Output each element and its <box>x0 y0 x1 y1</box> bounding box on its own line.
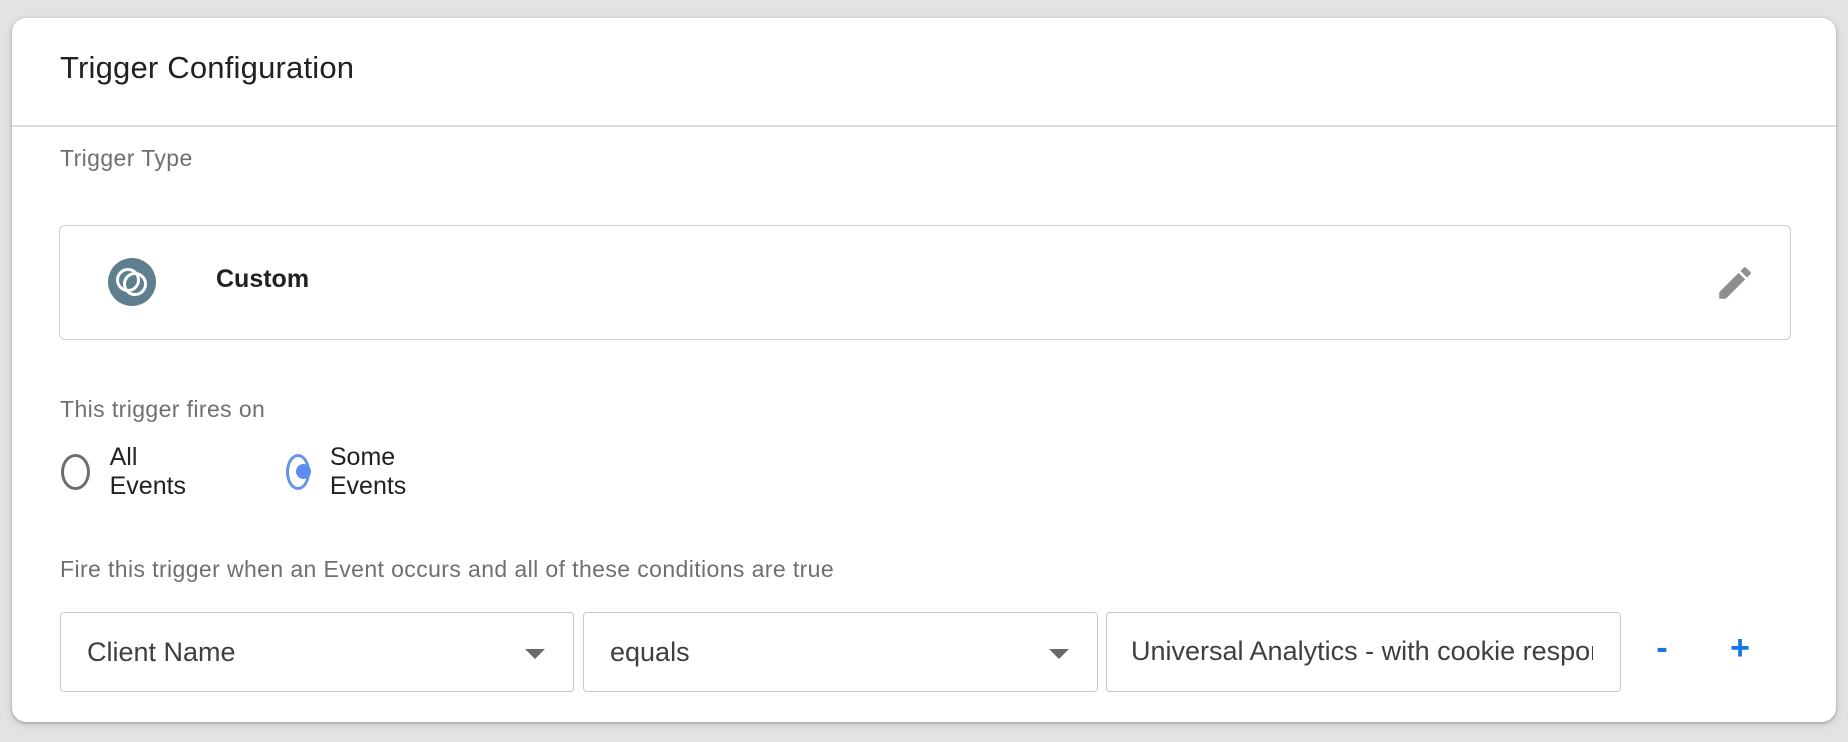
radio-selected-circle <box>286 454 311 490</box>
radio-all-events[interactable]: All Events <box>61 443 193 500</box>
pencil-icon[interactable] <box>1714 262 1756 304</box>
chevron-down-icon <box>525 649 545 659</box>
card-title: Trigger Configuration <box>60 50 355 85</box>
conditions-label: Fire this trigger when an Event occurs a… <box>60 556 835 582</box>
trigger-type-label: Trigger Type <box>60 145 193 171</box>
radio-some-events[interactable]: Some Events <box>286 443 418 500</box>
radio-unselected-circle <box>61 454 90 490</box>
value-field[interactable] <box>1106 612 1621 692</box>
trigger-configuration-card: Trigger Configuration Trigger Type Custo… <box>12 18 1836 722</box>
remove-condition-button[interactable]: - <box>1640 628 1684 672</box>
variable-dropdown-value: Client Name <box>87 637 236 667</box>
chevron-down-icon <box>1049 649 1069 659</box>
operator-dropdown[interactable]: equals <box>583 612 1098 692</box>
value-input[interactable] <box>1131 613 1593 690</box>
variable-dropdown[interactable]: Client Name <box>60 612 574 692</box>
operator-dropdown-value: equals <box>610 637 690 667</box>
custom-trigger-icon <box>108 258 156 306</box>
radio-some-events-label: Some Events <box>329 443 407 500</box>
trigger-type-name: Custom <box>216 265 310 293</box>
trigger-type-selector[interactable]: Custom <box>59 225 1791 340</box>
card-header: Trigger Configuration <box>12 18 1836 127</box>
radio-all-events-label: All Events <box>109 443 187 500</box>
fires-on-label: This trigger fires on <box>60 396 266 422</box>
add-condition-button[interactable]: + <box>1718 628 1762 672</box>
